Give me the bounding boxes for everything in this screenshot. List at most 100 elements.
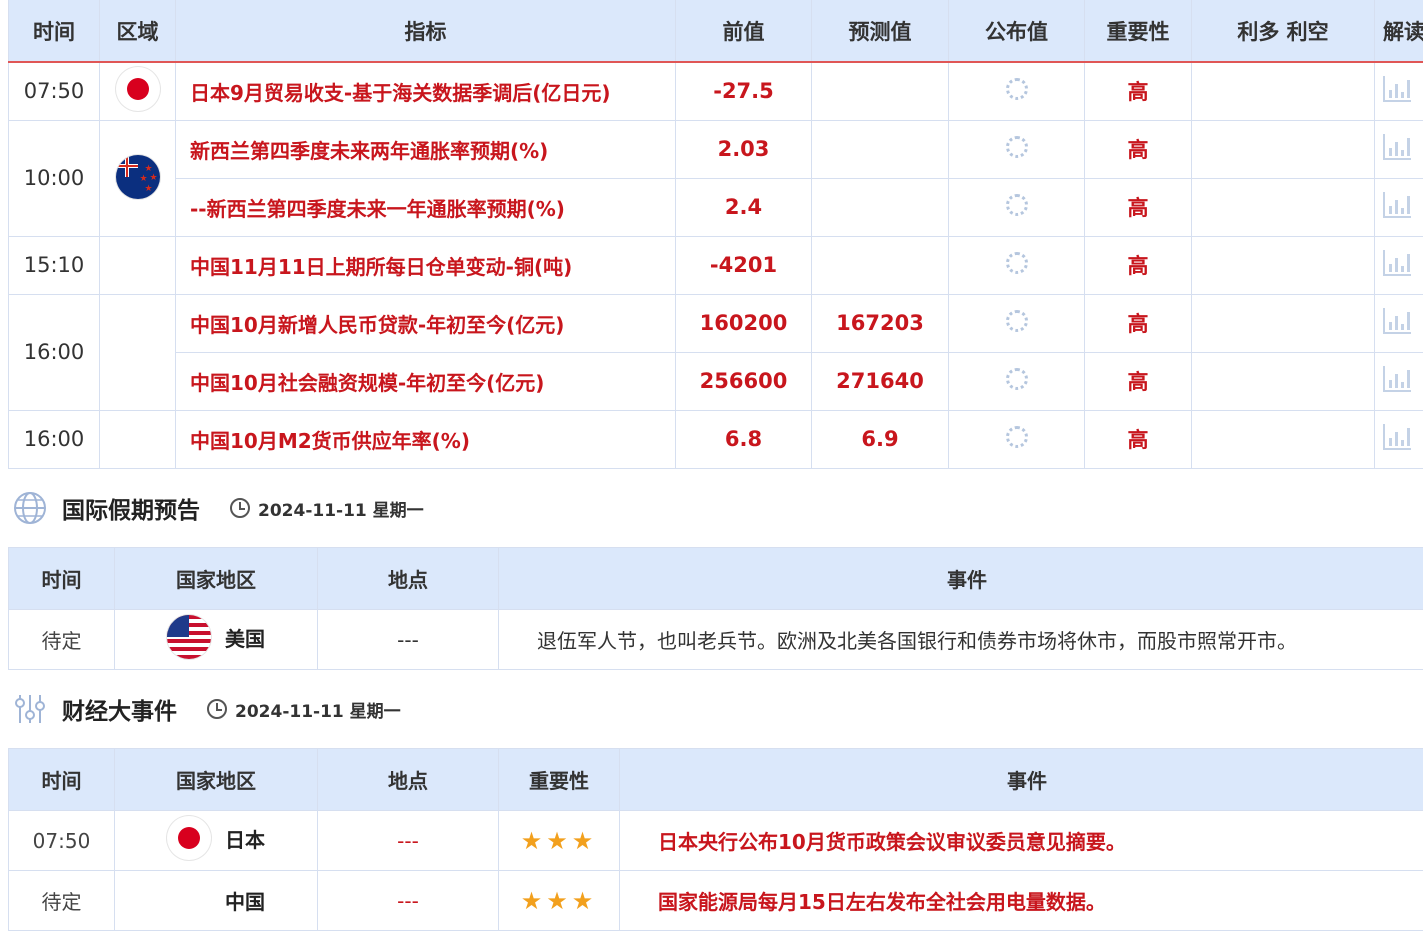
- impact-cell: [1191, 351, 1375, 411]
- country-cell: 中国: [114, 870, 318, 931]
- indicator-link[interactable]: 新西兰第四季度未来两年通胀率预期(%): [175, 119, 676, 179]
- col-header-importance: 重要性: [498, 748, 620, 811]
- analysis-cell[interactable]: [1374, 293, 1423, 353]
- col-header-actual: 公布值: [948, 0, 1085, 63]
- star-icon: ★: [546, 886, 572, 915]
- chart-icon[interactable]: [1383, 249, 1411, 276]
- actual-cell: [948, 235, 1085, 295]
- clock-icon: [207, 699, 227, 719]
- col-header-time: 时间: [8, 547, 115, 610]
- region-cell: [99, 235, 176, 295]
- impact-cell: [1191, 61, 1375, 121]
- importance-cell: ★★★: [498, 810, 620, 871]
- region-cell: [99, 409, 176, 469]
- country-cell: 日本: [114, 810, 318, 871]
- loading-icon: [1005, 193, 1028, 216]
- holiday-section-date: 2024-11-11 星期一: [230, 496, 424, 521]
- star-icon: ★: [571, 826, 598, 855]
- loading-icon: [1005, 251, 1028, 274]
- table-row: 07:50 日本9月贸易收支-基于海关数据季调后(亿日元) -27.5 高: [8, 61, 1423, 121]
- chart-icon[interactable]: [1383, 307, 1411, 334]
- table-row: 10:00 ★ ★ ★ ★ 新西兰第四季度未来两年通胀率预期(%) 2.03 高: [8, 119, 1423, 237]
- row-time: 16:00: [8, 409, 100, 469]
- analysis-cell[interactable]: [1374, 235, 1423, 295]
- date-label: 2024-11-11 星期一: [258, 500, 424, 521]
- indicator-link[interactable]: 中国11月11日上期所每日仓单变动-铜(吨): [175, 235, 676, 295]
- table-row: --新西兰第四季度未来一年通胀率预期(%) 2.4 高: [9, 177, 1423, 237]
- previous-value: 2.03: [675, 119, 812, 179]
- row-time: 待定: [8, 870, 115, 931]
- indicator-link[interactable]: 日本9月贸易收支-基于海关数据季调后(亿日元): [175, 61, 676, 121]
- country-name: 美国: [225, 626, 265, 651]
- col-header-indicator: 指标: [175, 0, 676, 63]
- holiday-section-header: 国际假期预告 2024-11-11 星期一: [12, 490, 424, 526]
- previous-value: 256600: [675, 351, 812, 411]
- previous-value: 160200: [675, 293, 812, 353]
- previous-value: 2.4: [675, 177, 812, 237]
- importance-value: 高: [1084, 293, 1192, 353]
- chart-icon[interactable]: [1383, 365, 1411, 392]
- analysis-cell[interactable]: [1374, 119, 1423, 179]
- chart-icon[interactable]: [1383, 191, 1411, 218]
- event-link[interactable]: 国家能源局每月15日左右发布全社会用电量数据。: [619, 870, 1423, 931]
- analysis-cell[interactable]: [1374, 61, 1423, 121]
- previous-value: -27.5: [675, 61, 812, 121]
- table-header-row: 时间 国家地区 地点 事件: [8, 547, 1423, 610]
- loading-icon: [1005, 309, 1028, 332]
- row-time: 10:00: [8, 119, 100, 237]
- col-header-analysis: 解读: [1374, 0, 1423, 63]
- chart-icon[interactable]: [1383, 75, 1411, 102]
- table-header-row: 时间 区域 指标 前值 预测值 公布值 重要性 利多 利空 解读: [8, 0, 1423, 63]
- new-zealand-flag-icon: ★ ★ ★ ★: [115, 154, 160, 199]
- indicator-link[interactable]: 中国10月M2货币供应年率(%): [175, 409, 676, 469]
- event-link[interactable]: 日本央行公布10月货币政策会议审议委员意见摘要。: [619, 810, 1423, 871]
- impact-cell: [1191, 119, 1375, 179]
- actual-cell: [948, 351, 1085, 411]
- impact-cell: [1191, 293, 1375, 353]
- chart-icon[interactable]: [1383, 133, 1411, 160]
- table-row: 中国10月社会融资规模-年初至今(亿元) 256600 271640 高: [9, 351, 1423, 411]
- previous-value: -4201: [675, 235, 812, 295]
- indicator-link[interactable]: 中国10月新增人民币贷款-年初至今(亿元): [175, 293, 676, 353]
- forecast-value: [811, 119, 949, 179]
- col-header-importance: 重要性: [1084, 0, 1192, 63]
- region-cell: ★ ★ ★ ★: [99, 119, 176, 237]
- japan-flag-icon: [115, 66, 160, 111]
- region-cell: [99, 293, 176, 411]
- usa-flag-icon: [167, 615, 211, 659]
- indicator-link[interactable]: 中国10月社会融资规模-年初至今(亿元): [175, 351, 676, 411]
- row-time: 16:00: [8, 293, 100, 411]
- analysis-cell[interactable]: [1374, 177, 1423, 237]
- star-icon: ★: [520, 886, 547, 915]
- holiday-section-title: 国际假期预告: [62, 498, 200, 524]
- chart-icon[interactable]: [1383, 423, 1411, 450]
- col-header-location: 地点: [317, 748, 499, 811]
- col-header-region: 区域: [99, 0, 176, 63]
- analysis-cell[interactable]: [1374, 351, 1423, 411]
- forecast-value: [811, 177, 949, 237]
- events-section-date: 2024-11-11 星期一: [207, 697, 401, 722]
- row-time: 待定: [8, 609, 115, 670]
- forecast-value: 6.9: [811, 409, 949, 469]
- sliders-icon: [15, 695, 45, 723]
- col-header-event: 事件: [498, 547, 1423, 610]
- table-row: 待定 美国 --- 退伍军人节，也叫老兵节。欧洲及北美各国银行和债券市场将休市，…: [8, 609, 1423, 670]
- forecast-value: 271640: [811, 351, 949, 411]
- star-rating: ★★★: [521, 827, 598, 855]
- loading-icon: [1005, 425, 1028, 448]
- star-icon: ★: [546, 826, 572, 855]
- indicator-link[interactable]: --新西兰第四季度未来一年通胀率预期(%): [175, 177, 676, 237]
- actual-cell: [948, 409, 1085, 469]
- col-header-time: 时间: [8, 0, 100, 63]
- actual-cell: [948, 177, 1085, 237]
- loading-icon: [1005, 135, 1028, 158]
- row-time: 07:50: [8, 810, 115, 871]
- event-text: 退伍军人节，也叫老兵节。欧洲及北美各国银行和债券市场将休市，而股市照常开市。: [498, 609, 1423, 670]
- country-name: 日本: [225, 827, 265, 852]
- date-label: 2024-11-11 星期一: [235, 701, 401, 722]
- analysis-cell[interactable]: [1374, 409, 1423, 469]
- impact-cell: [1191, 409, 1375, 469]
- location-value: ---: [317, 810, 499, 871]
- star-icon: ★: [520, 826, 547, 855]
- loading-icon: [1005, 77, 1028, 100]
